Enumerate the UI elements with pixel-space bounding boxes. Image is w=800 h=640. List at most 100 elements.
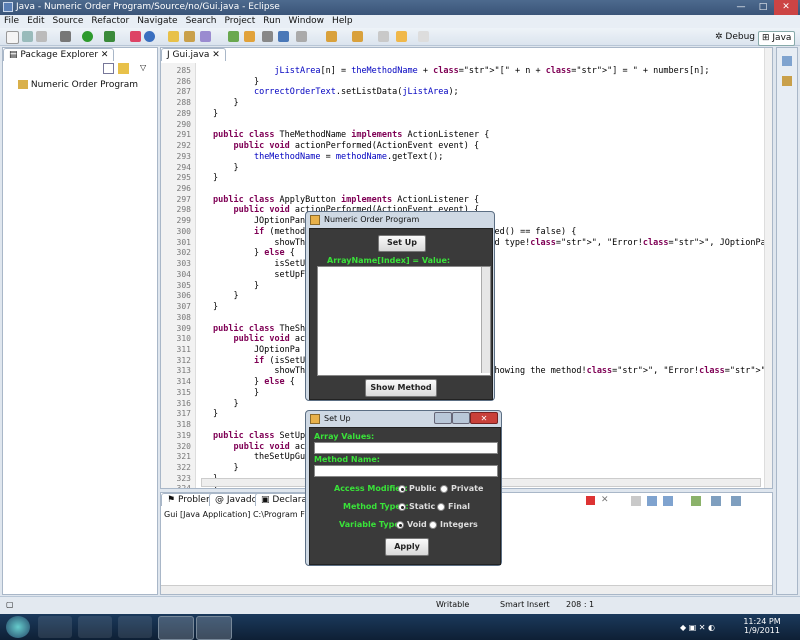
radio-void[interactable] [396,521,404,529]
menu-file[interactable]: File [0,15,23,28]
forward-arrow-icon[interactable] [418,31,429,42]
open-console-icon[interactable] [731,496,741,506]
debug-icon[interactable] [60,31,71,42]
perspective-java[interactable]: ⊞ Java [758,31,796,46]
code-line[interactable]: public class TheSh [213,324,305,335]
perspective-debug[interactable]: ✲ Debug [712,31,758,44]
console-scrollbar[interactable] [161,585,772,594]
code-line[interactable]: isSetU [213,259,305,270]
code-line[interactable]: public void ac [213,334,305,345]
scroll-lock-icon[interactable] [647,496,657,506]
code-line[interactable]: JOptionPa [213,345,300,356]
code-line[interactable]: } else { [213,248,295,259]
code-line[interactable]: } [213,281,259,292]
code-line[interactable]: theSetUpGui [213,452,310,463]
radio-final[interactable] [437,503,445,511]
code-line[interactable]: theMethodName = methodName.getText(); [213,152,443,163]
tree-item-project[interactable]: Numeric Order Program [18,80,138,90]
radio-static[interactable] [398,503,406,511]
display-selected-console-icon[interactable] [711,496,721,506]
array-result-list[interactable] [317,266,491,376]
menu-navigate[interactable]: Navigate [133,15,181,28]
close-tab-icon[interactable]: ✕ [212,50,220,60]
code-line[interactable]: } [213,388,259,399]
taskbar-java-icon[interactable] [196,616,232,640]
save-icon[interactable] [22,31,33,42]
last-edit-icon[interactable] [378,31,389,42]
external-tools-icon[interactable] [104,31,115,42]
code-line[interactable]: } [213,399,238,410]
array-values-field[interactable] [314,442,498,454]
list-scrollbar[interactable] [481,267,490,373]
overview-ruler[interactable] [764,48,772,488]
system-tray-icons[interactable]: ◆ ▣ ✕ ◐ [680,623,730,633]
setup-minimize-button[interactable] [434,412,452,424]
open-task-icon[interactable] [184,31,195,42]
code-line[interactable]: } [213,302,218,313]
editor-tab-gui-java[interactable]: J Gui.java ✕ [161,48,226,61]
minimize-button[interactable]: — [730,0,752,15]
annotation-icon[interactable] [228,31,239,42]
package-explorer-tab[interactable]: ▤ Package Explorer ✕ [3,48,115,61]
maximize-button[interactable]: □ [752,0,774,15]
view-menu-icon[interactable]: ▽ [140,63,148,72]
code-line[interactable]: public class TheMethodName implements Ac… [213,130,489,141]
highlight-icon[interactable] [244,31,255,42]
menu-search[interactable]: Search [182,15,221,28]
close-view-icon[interactable]: ✕ [101,50,109,60]
radio-integers[interactable] [429,521,437,529]
method-name-field[interactable] [314,465,498,477]
search-icon[interactable] [200,31,211,42]
code-line[interactable]: } [213,98,238,109]
taskbar-explorer-icon[interactable] [78,616,112,638]
taskbar-firefox-icon[interactable] [118,616,152,638]
code-line[interactable]: public void act [213,442,310,453]
menu-source[interactable]: Source [49,15,88,28]
taskbar-itunes-icon[interactable] [38,616,72,638]
back-arrow-icon[interactable] [396,31,407,42]
code-line[interactable]: public class ApplyButton implements Acti… [213,195,479,206]
new-java-project-icon[interactable] [130,31,141,42]
toggle-mark-icon[interactable] [262,31,273,42]
radio-private[interactable] [440,485,448,493]
menu-window[interactable]: Window [285,15,329,28]
run-icon[interactable] [82,31,93,42]
fast-view-icon[interactable]: ▢ [6,600,14,609]
link-editor-icon[interactable] [118,63,129,74]
new-class-icon[interactable] [144,31,155,42]
remove-launch-icon[interactable]: ✕ [601,496,610,505]
menu-help[interactable]: Help [328,15,357,28]
code-line[interactable]: setUpF [213,270,305,281]
print-icon[interactable] [36,31,47,42]
code-line[interactable]: correctOrderText.setListData(jListArea); [213,87,459,98]
code-line[interactable]: } [213,173,218,184]
code-line[interactable]: public class SetUpB [213,431,310,442]
setup-close-button[interactable]: ✕ [470,412,498,424]
menu-edit[interactable]: Edit [23,15,48,28]
code-line[interactable]: } [213,463,238,474]
code-line[interactable]: } [213,109,218,120]
block-selection-icon[interactable] [296,31,307,42]
code-line[interactable]: } [213,163,238,174]
show-method-button[interactable]: Show Method [365,379,437,397]
start-button-icon[interactable] [6,616,30,638]
radio-public[interactable] [398,485,406,493]
code-line[interactable]: } [213,291,238,302]
setup-button[interactable]: Set Up [378,235,426,252]
apply-button[interactable]: Apply [385,538,429,556]
collapse-all-icon[interactable] [103,63,114,74]
code-line[interactable]: } [213,77,259,88]
code-line[interactable]: public void actionPerformed(ActionEvent … [213,141,479,152]
new-file-icon[interactable] [6,31,19,44]
clear-console-icon[interactable] [631,496,641,506]
setup-maximize-button[interactable] [452,412,470,424]
outline-view-icon[interactable] [782,56,792,66]
pin-console-icon[interactable] [691,496,701,506]
menu-run[interactable]: Run [259,15,284,28]
tray-clock[interactable]: 11:24 PM 1/9/2011 [742,617,782,635]
show-whitespace-icon[interactable] [278,31,289,42]
terminate-icon[interactable] [586,496,595,505]
next-annotation-icon[interactable] [326,31,337,42]
task-list-icon[interactable] [782,76,792,86]
show-console-icon[interactable] [663,496,673,506]
